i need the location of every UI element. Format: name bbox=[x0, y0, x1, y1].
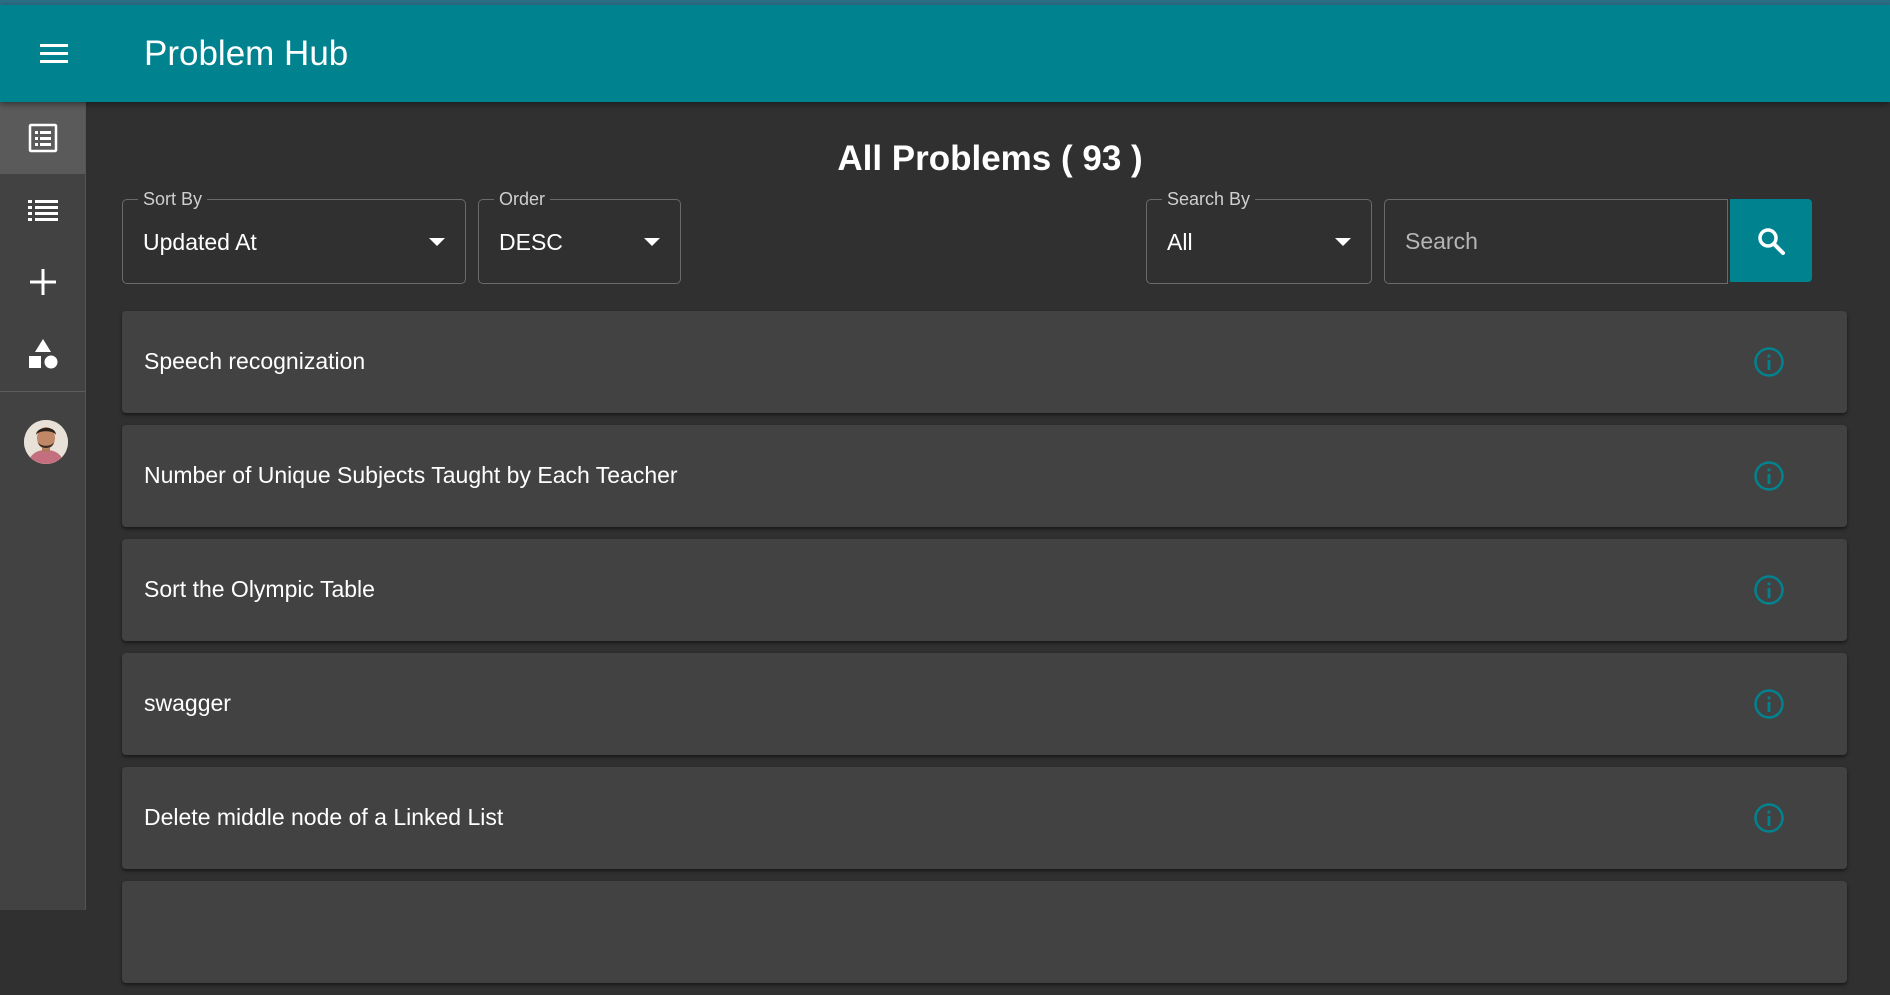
dropdown-arrow-icon bbox=[644, 238, 660, 246]
sidebar-item-problems[interactable] bbox=[0, 102, 85, 174]
sidebar-item-add[interactable] bbox=[0, 246, 85, 318]
problem-title: swagger bbox=[144, 690, 231, 716]
sidebar-item-categories[interactable] bbox=[0, 318, 85, 390]
hamburger-menu-icon bbox=[40, 44, 68, 63]
sidebar-divider bbox=[0, 391, 85, 392]
order-label: Order bbox=[494, 189, 551, 209]
page-title: All Problems ( 93 ) bbox=[837, 139, 1143, 178]
main-content: All Problems ( 93 ) Sort By Updated At O… bbox=[86, 102, 1890, 983]
category-icon bbox=[28, 339, 57, 369]
problem-title: Speech recognization bbox=[144, 348, 366, 374]
problem-title: Delete middle node of a Linked List bbox=[144, 804, 504, 830]
problem-info-button[interactable] bbox=[1752, 687, 1786, 721]
sort-by-value: Updated At bbox=[143, 229, 257, 255]
order-value: DESC bbox=[499, 229, 563, 255]
search-button[interactable] bbox=[1730, 199, 1812, 282]
sort-by-select[interactable]: Sort By Updated At bbox=[122, 189, 466, 284]
problems-page-icon bbox=[28, 123, 57, 153]
problem-title: Number of Unique Subjects Taught by Each… bbox=[144, 462, 678, 488]
search-by-value: All bbox=[1167, 229, 1193, 255]
search-by-label: Search By bbox=[1162, 189, 1256, 209]
dropdown-arrow-icon bbox=[429, 238, 445, 246]
info-icon bbox=[1754, 575, 1784, 605]
list-icon bbox=[27, 200, 58, 221]
app-title: Problem Hub bbox=[144, 34, 349, 73]
info-icon bbox=[1754, 689, 1784, 719]
search-by-select[interactable]: Search By All bbox=[1146, 189, 1372, 284]
problem-card[interactable]: swagger bbox=[122, 653, 1847, 755]
info-icon bbox=[1754, 803, 1784, 833]
sidebar bbox=[0, 102, 86, 910]
info-icon bbox=[1754, 347, 1784, 377]
problem-card[interactable] bbox=[122, 881, 1847, 983]
problem-list: Speech recognization Number of Unique Su… bbox=[122, 311, 1847, 995]
problem-info-button[interactable] bbox=[1752, 801, 1786, 835]
problem-card[interactable]: Number of Unique Subjects Taught by Each… bbox=[122, 425, 1847, 527]
problem-info-button[interactable] bbox=[1752, 573, 1786, 607]
menu-button[interactable] bbox=[26, 25, 82, 81]
problem-info-button[interactable] bbox=[1752, 459, 1786, 493]
info-icon bbox=[1754, 461, 1784, 491]
user-avatar[interactable] bbox=[24, 420, 68, 464]
problem-card[interactable]: Delete middle node of a Linked List bbox=[122, 767, 1847, 869]
sidebar-item-list[interactable] bbox=[0, 174, 85, 246]
sort-by-label: Sort By bbox=[138, 189, 208, 209]
order-select[interactable]: Order DESC bbox=[478, 189, 681, 284]
problem-title: Sort the Olympic Table bbox=[144, 576, 375, 602]
problem-card[interactable]: Sort the Olympic Table bbox=[122, 539, 1847, 641]
app-bar: Problem Hub bbox=[0, 5, 1890, 102]
add-icon bbox=[29, 269, 56, 295]
dropdown-arrow-icon bbox=[1335, 238, 1351, 246]
search-input[interactable] bbox=[1384, 199, 1728, 284]
avatar-image bbox=[24, 420, 68, 464]
search-icon bbox=[1758, 227, 1785, 255]
problem-info-button[interactable] bbox=[1752, 345, 1786, 379]
problem-card[interactable]: Speech recognization bbox=[122, 311, 1847, 413]
